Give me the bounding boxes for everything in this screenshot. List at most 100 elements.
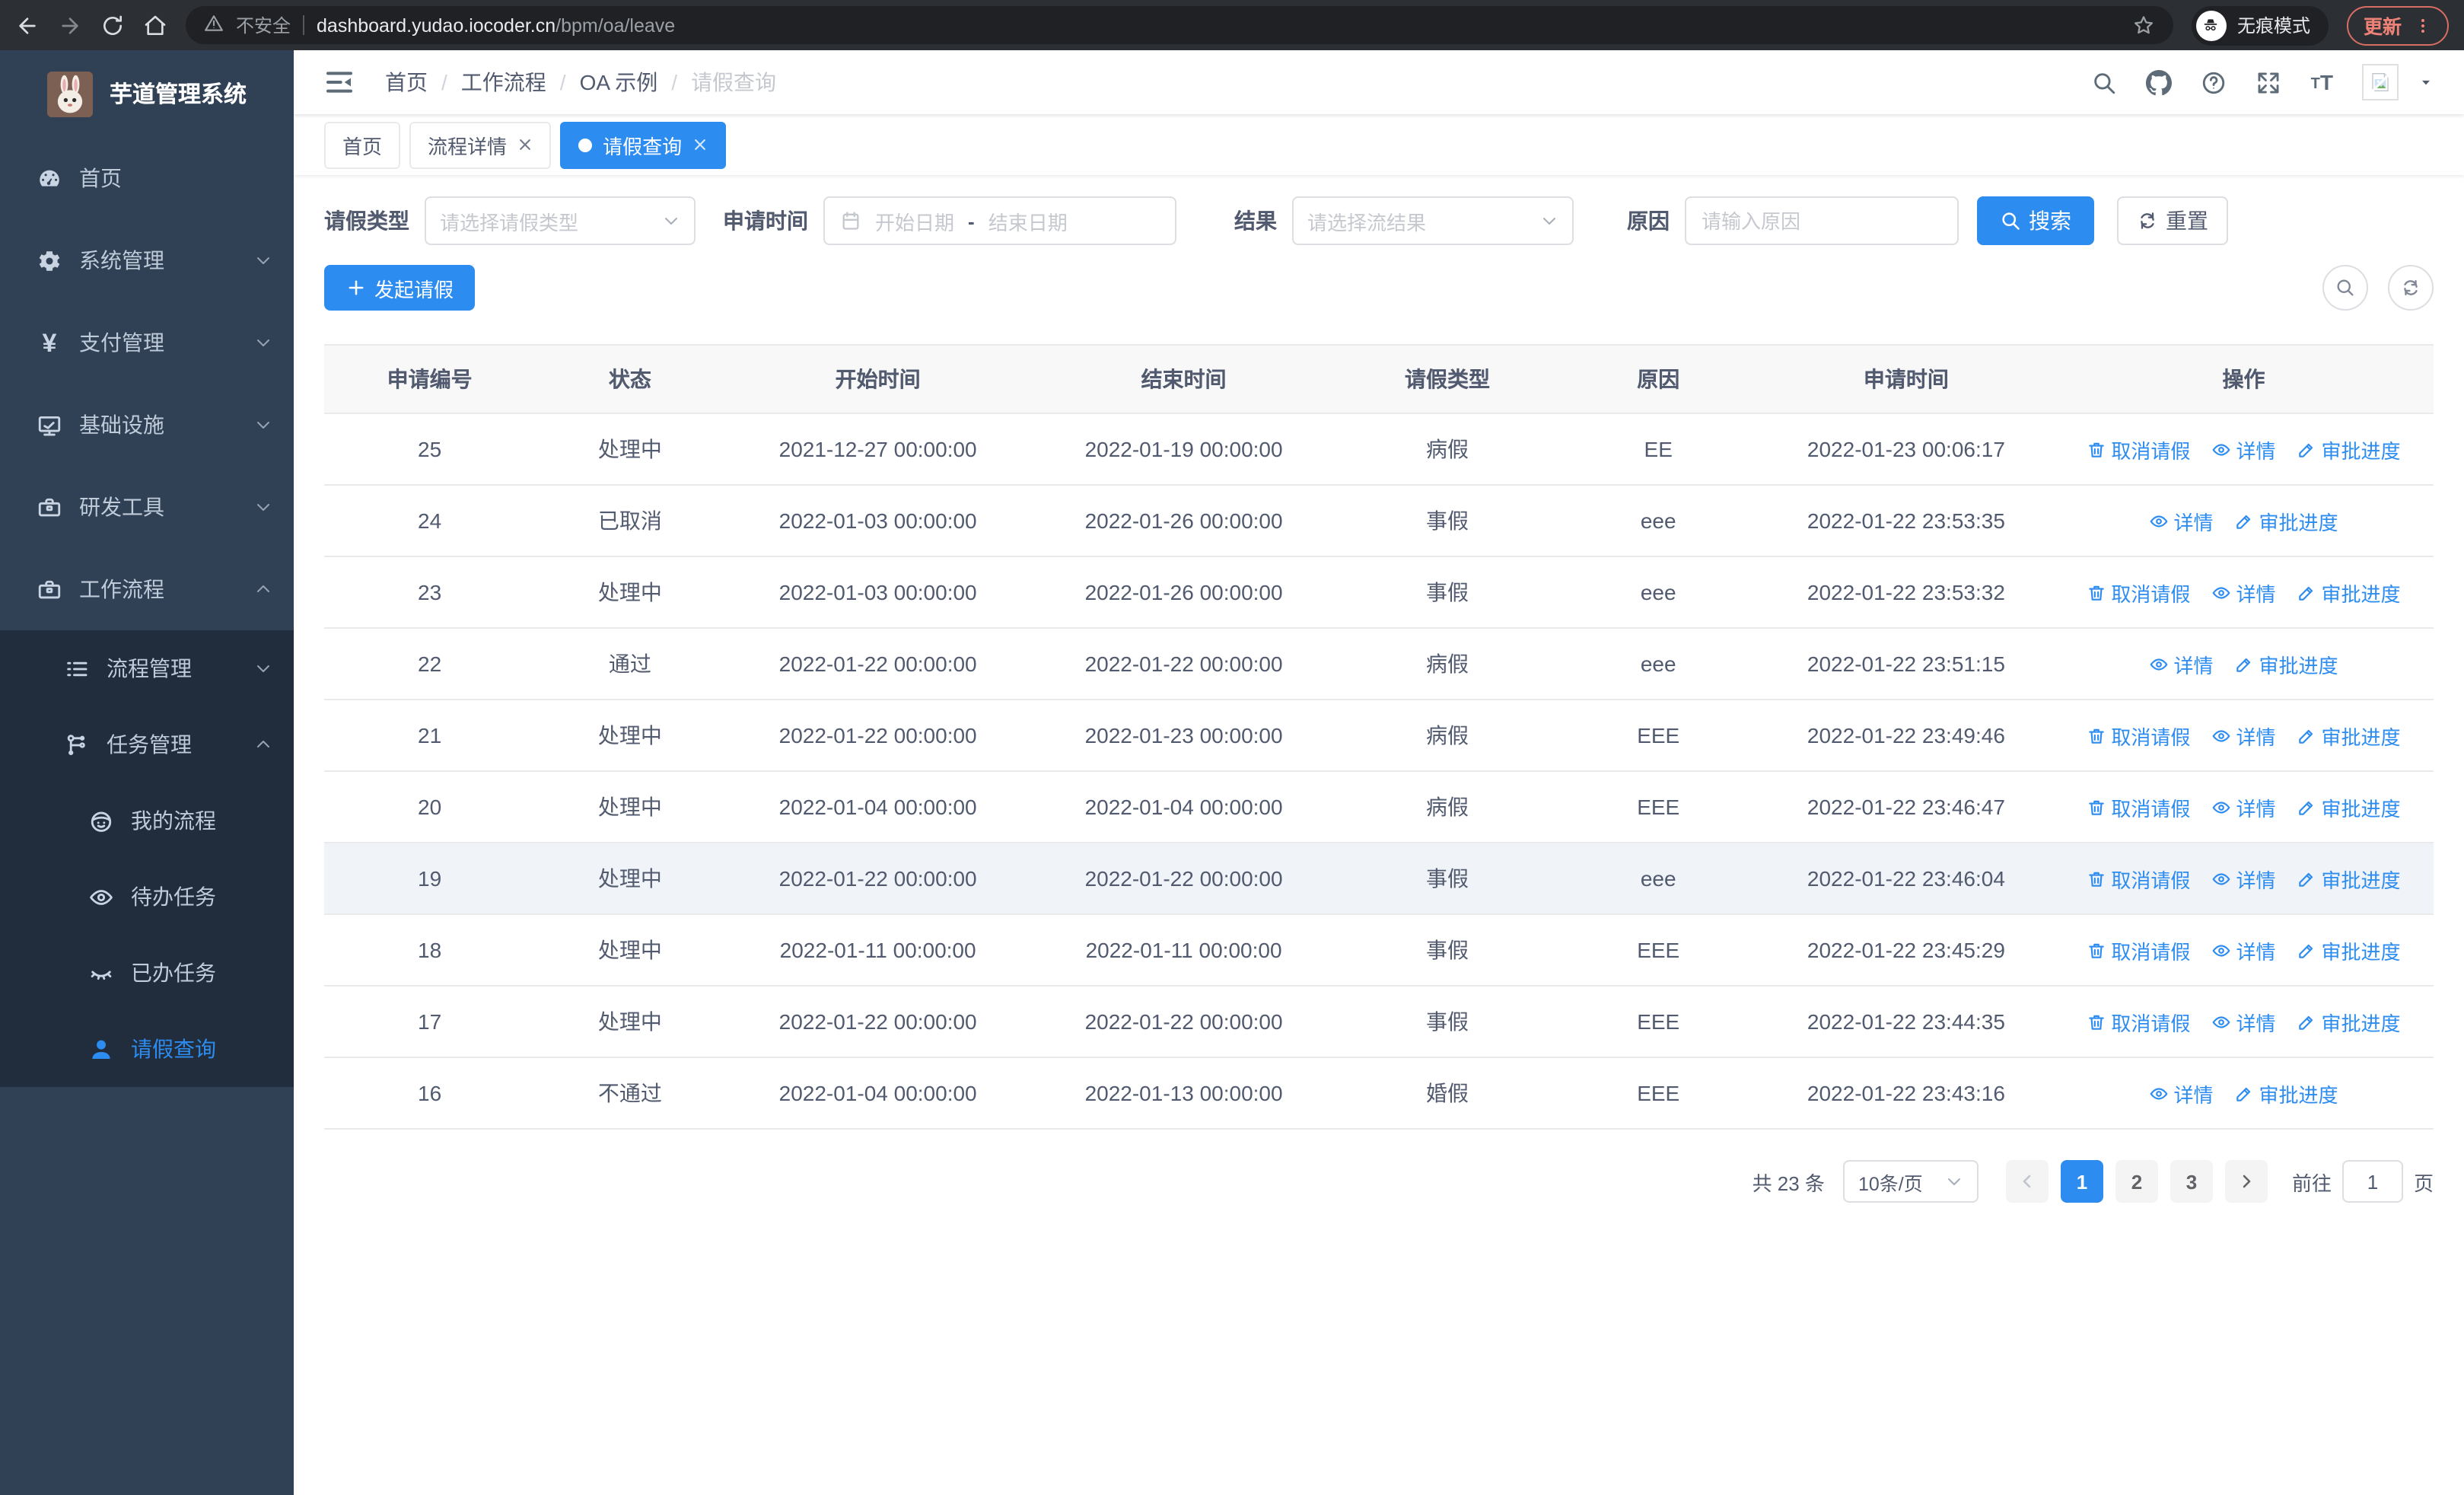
reload-icon[interactable] <box>100 13 125 37</box>
action-progress[interactable]: 审批进度 <box>2297 578 2401 607</box>
trash-icon <box>2087 940 2106 960</box>
action-detail[interactable]: 详情 <box>2149 506 2213 535</box>
apply-time-range-picker[interactable]: 开始日期 - 结束日期 <box>823 196 1176 245</box>
leave-type-select[interactable]: 请选择请假类型 <box>425 196 696 245</box>
action-cancel[interactable]: 取消请假 <box>2087 864 2190 893</box>
breadcrumb-item[interactable]: 首页 <box>385 67 428 97</box>
sidebar-item-task-management[interactable]: 任务管理 <box>0 706 294 783</box>
action-progress[interactable]: 审批进度 <box>2234 506 2338 535</box>
bookmark-star-icon[interactable] <box>2132 14 2155 37</box>
action-progress[interactable]: 审批进度 <box>2297 936 2401 964</box>
action-detail[interactable]: 详情 <box>2211 1007 2275 1036</box>
back-icon[interactable] <box>15 13 40 37</box>
result-select[interactable]: 请选择流结果 <box>1292 196 1574 245</box>
main-area: 首页 / 工作流程 / OA 示例 / 请假查询 TT 首页 流程详情 请假查询 请假类型 请选… <box>294 50 2464 1495</box>
avatar[interactable] <box>2362 64 2399 100</box>
page-size-select[interactable]: 10条/页 <box>1842 1160 1979 1203</box>
cell-end_time: 2022-01-22 00:00:00 <box>1030 843 1337 915</box>
home-nav-icon[interactable] <box>143 13 167 37</box>
action-cancel[interactable]: 取消请假 <box>2087 792 2190 821</box>
tab-process-detail[interactable]: 流程详情 <box>409 121 552 168</box>
search-icon[interactable] <box>2092 69 2118 95</box>
next-page-button[interactable] <box>2224 1160 2268 1203</box>
search-button[interactable]: 搜索 <box>1977 196 2094 245</box>
action-cancel[interactable]: 取消请假 <box>2087 578 2190 607</box>
action-label: 取消请假 <box>2111 439 2191 462</box>
action-progress[interactable]: 审批进度 <box>2297 792 2401 821</box>
goto-page-input[interactable] <box>2341 1160 2403 1203</box>
action-progress[interactable]: 审批进度 <box>2297 1007 2401 1036</box>
sidebar-item-infrastructure[interactable]: 基础设施 <box>0 384 294 466</box>
update-button[interactable]: 更新 <box>2346 5 2449 45</box>
caret-down-icon[interactable] <box>2418 75 2434 90</box>
sidebar-item-label: 已办任务 <box>131 961 216 985</box>
create-leave-button[interactable]: 发起请假 <box>324 265 476 311</box>
active-tab-dot <box>578 138 593 151</box>
action-detail[interactable]: 详情 <box>2211 792 2275 821</box>
app-logo-row[interactable]: 芋道管理系统 <box>0 50 294 137</box>
reason-input[interactable] <box>1685 196 1959 245</box>
help-icon[interactable] <box>2201 69 2227 95</box>
sidebar-item-done-tasks[interactable]: 已办任务 <box>0 935 294 1011</box>
action-cancel[interactable]: 取消请假 <box>2087 435 2190 464</box>
cell-leave_type: 事假 <box>1336 843 1558 915</box>
sidebar-collapse-icon[interactable] <box>324 67 355 97</box>
sidebar-item-process-management[interactable]: 流程管理 <box>0 630 294 706</box>
url-bar[interactable]: 不安全 dashboard.yudao.iocoder.cn/bpm/oa/le… <box>186 6 2173 44</box>
browser-menu-icon[interactable] <box>2414 16 2432 34</box>
reason-label: 原因 <box>1627 209 1670 233</box>
action-cancel[interactable]: 取消请假 <box>2087 1007 2190 1036</box>
action-label: 详情 <box>2173 654 2214 677</box>
action-detail[interactable]: 详情 <box>2211 578 2275 607</box>
table-search-toggle-button[interactable] <box>2322 265 2368 311</box>
sidebar-item-home[interactable]: 首页 <box>0 137 294 219</box>
sidebar-item-workflow[interactable]: 工作流程 <box>0 548 294 630</box>
action-label: 审批进度 <box>2259 654 2338 677</box>
eye-icon <box>2211 869 2231 888</box>
page-button-1[interactable]: 1 <box>2060 1160 2103 1203</box>
sidebar-item-my-process[interactable]: 我的流程 <box>0 783 294 859</box>
action-detail[interactable]: 详情 <box>2211 435 2275 464</box>
action-cancel[interactable]: 取消请假 <box>2087 936 2190 964</box>
prev-page-button[interactable] <box>2005 1160 2049 1203</box>
sidebar-item-payment-management[interactable]: ¥ 支付管理 <box>0 301 294 384</box>
column-header-end_time: 结束时间 <box>1030 344 1337 414</box>
action-label: 审批进度 <box>2321 1012 2401 1034</box>
fontsize-icon[interactable]: TT <box>2311 72 2333 93</box>
action-detail[interactable]: 详情 <box>2211 864 2275 893</box>
cell-end_time: 2022-01-23 00:00:00 <box>1030 700 1337 772</box>
breadcrumb-item[interactable]: 工作流程 <box>461 67 546 97</box>
chevron-down-icon <box>1945 1172 1963 1191</box>
close-icon[interactable] <box>517 137 533 152</box>
sidebar-item-todo-tasks[interactable]: 待办任务 <box>0 859 294 935</box>
breadcrumb-item[interactable]: OA 示例 <box>580 67 658 97</box>
fullscreen-icon[interactable] <box>2256 69 2282 95</box>
action-detail[interactable]: 详情 <box>2149 649 2213 678</box>
sidebar-item-dev-tools[interactable]: 研发工具 <box>0 466 294 548</box>
action-detail[interactable]: 详情 <box>2211 721 2275 750</box>
tab-leave-query[interactable]: 请假查询 <box>560 121 727 168</box>
reset-button[interactable]: 重置 <box>2117 196 2228 245</box>
action-progress[interactable]: 审批进度 <box>2297 435 2401 464</box>
action-detail[interactable]: 详情 <box>2149 1079 2213 1108</box>
action-cancel[interactable]: 取消请假 <box>2087 721 2190 750</box>
action-progress[interactable]: 审批进度 <box>2297 864 2401 893</box>
page-button-2[interactable]: 2 <box>2115 1160 2158 1203</box>
close-icon[interactable] <box>692 137 708 152</box>
cell-id: 23 <box>324 556 536 629</box>
action-progress[interactable]: 审批进度 <box>2234 649 2338 678</box>
dashboard-icon <box>37 165 62 191</box>
action-detail[interactable]: 详情 <box>2211 936 2275 964</box>
table-refresh-button[interactable] <box>2388 265 2434 311</box>
goto-page: 前往 页 <box>2292 1160 2434 1203</box>
forward-icon[interactable] <box>58 13 82 37</box>
github-icon[interactable] <box>2146 69 2173 95</box>
sidebar-item-leave-query[interactable]: 请假查询 <box>0 1011 294 1087</box>
action-progress[interactable]: 审批进度 <box>2297 721 2401 750</box>
tab-home[interactable]: 首页 <box>324 121 401 168</box>
page-button-3[interactable]: 3 <box>2170 1160 2213 1203</box>
action-progress[interactable]: 审批进度 <box>2234 1079 2338 1108</box>
action-label: 详情 <box>2236 869 2276 891</box>
sidebar-item-system-management[interactable]: 系统管理 <box>0 219 294 301</box>
cell-leave_type: 事假 <box>1336 556 1558 629</box>
